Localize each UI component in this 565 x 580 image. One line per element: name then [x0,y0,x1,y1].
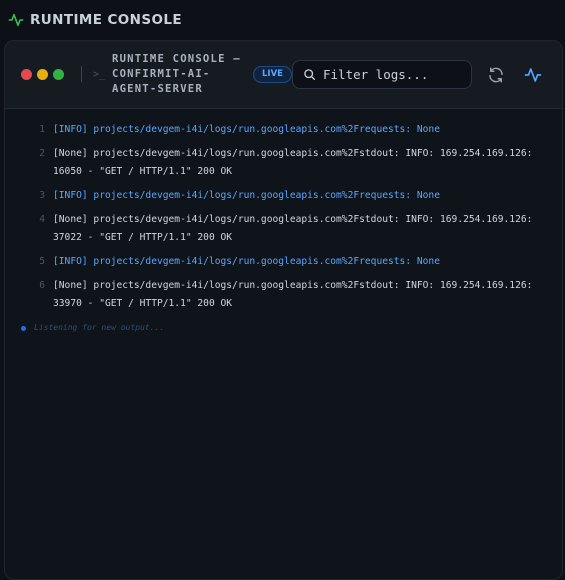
window-minimize-dot[interactable] [37,69,48,80]
refresh-icon[interactable] [487,66,505,84]
log-text: [None] projects/devgem-i4i/logs/run.goog… [53,214,533,243]
terminal-icon: >_ [93,69,106,80]
activity-icon [8,13,24,27]
search-icon [304,69,316,81]
window-close-dot[interactable] [21,69,32,80]
log-text: [None] projects/devgem-i4i/logs/run.goog… [53,280,533,309]
log-text: [None] projects/devgem-i4i/logs/run.goog… [53,148,533,177]
listening-indicator: Listening for new output... [5,319,562,337]
log-row: 5 [INFO] projects/devgem-i4i/logs/run.go… [5,253,562,271]
listening-text: Listening for new output... [34,323,165,332]
search-box[interactable] [292,60,472,89]
status-dot [21,325,26,331]
console-toolbar: >_ RUNTIME CONSOLE — CONFIRMIT-AI-AGENT-… [5,41,562,109]
line-number: 2 [39,148,45,159]
line-number: 5 [39,256,45,267]
activity-icon[interactable] [524,66,542,84]
log-row: 3 [INFO] projects/devgem-i4i/logs/run.go… [5,187,562,205]
log-row: 1 [INFO] projects/devgem-i4i/logs/run.go… [5,121,562,139]
page-title: RUNTIME CONSOLE [30,12,182,28]
window-maximize-dot[interactable] [53,69,64,80]
live-badge: LIVE [253,66,292,83]
line-number: 3 [39,190,45,201]
line-number: 6 [39,280,45,291]
log-list: 1 [INFO] projects/devgem-i4i/logs/run.go… [5,109,562,337]
log-text: [INFO] projects/devgem-i4i/logs/run.goog… [53,190,440,201]
log-text: [INFO] projects/devgem-i4i/logs/run.goog… [53,124,440,135]
line-number: 1 [39,124,45,135]
log-row: 2 [None] projects/devgem-i4i/logs/run.go… [5,145,562,181]
page-header: RUNTIME CONSOLE [0,0,565,40]
log-row: 6 [None] projects/devgem-i4i/logs/run.go… [5,277,562,313]
toolbar-divider [81,66,82,82]
filter-logs-input[interactable] [323,67,463,82]
console-panel: >_ RUNTIME CONSOLE — CONFIRMIT-AI-AGENT-… [4,40,563,580]
log-text: [INFO] projects/devgem-i4i/logs/run.goog… [53,256,440,267]
console-title: RUNTIME CONSOLE — CONFIRMIT-AI-AGENT-SER… [112,53,241,95]
line-number: 4 [39,214,45,225]
log-row: 4 [None] projects/devgem-i4i/logs/run.go… [5,211,562,247]
